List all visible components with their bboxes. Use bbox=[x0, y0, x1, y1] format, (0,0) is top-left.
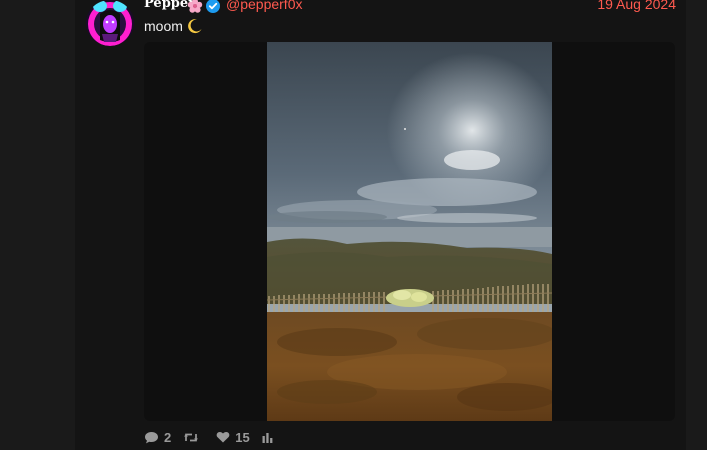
avatar[interactable] bbox=[86, 0, 134, 46]
post-actions: 2 15 bbox=[144, 428, 290, 446]
post-date[interactable]: 19 Aug 2024 bbox=[597, 0, 676, 12]
post-card[interactable]: Pepper @pepperf0x 19 Aug 2024 moom 2 15 bbox=[75, 0, 686, 450]
post-text: moom bbox=[144, 18, 203, 37]
reply-button[interactable]: 2 bbox=[144, 430, 171, 445]
left-gutter bbox=[0, 0, 75, 450]
like-button[interactable]: 15 bbox=[216, 429, 250, 445]
heart-icon bbox=[216, 431, 230, 443]
reply-icon bbox=[145, 431, 158, 443]
post-text-content: moom bbox=[144, 18, 183, 34]
author-handle[interactable]: @pepperf0x bbox=[226, 0, 302, 12]
reply-count: 2 bbox=[164, 429, 172, 445]
repost-button[interactable] bbox=[183, 431, 204, 444]
verified-badge-icon bbox=[206, 0, 220, 13]
right-gutter bbox=[686, 0, 707, 450]
post-header: Pepper @pepperf0x 19 Aug 2024 bbox=[144, 0, 676, 14]
media-container[interactable] bbox=[144, 42, 675, 421]
cherry-blossom-icon bbox=[187, 0, 203, 14]
stats-button[interactable] bbox=[262, 432, 278, 443]
post-photo[interactable] bbox=[267, 42, 552, 421]
crescent-moon-icon bbox=[187, 18, 203, 37]
like-count: 15 bbox=[235, 429, 250, 445]
analytics-icon bbox=[262, 432, 273, 443]
repost-icon bbox=[184, 433, 199, 441]
